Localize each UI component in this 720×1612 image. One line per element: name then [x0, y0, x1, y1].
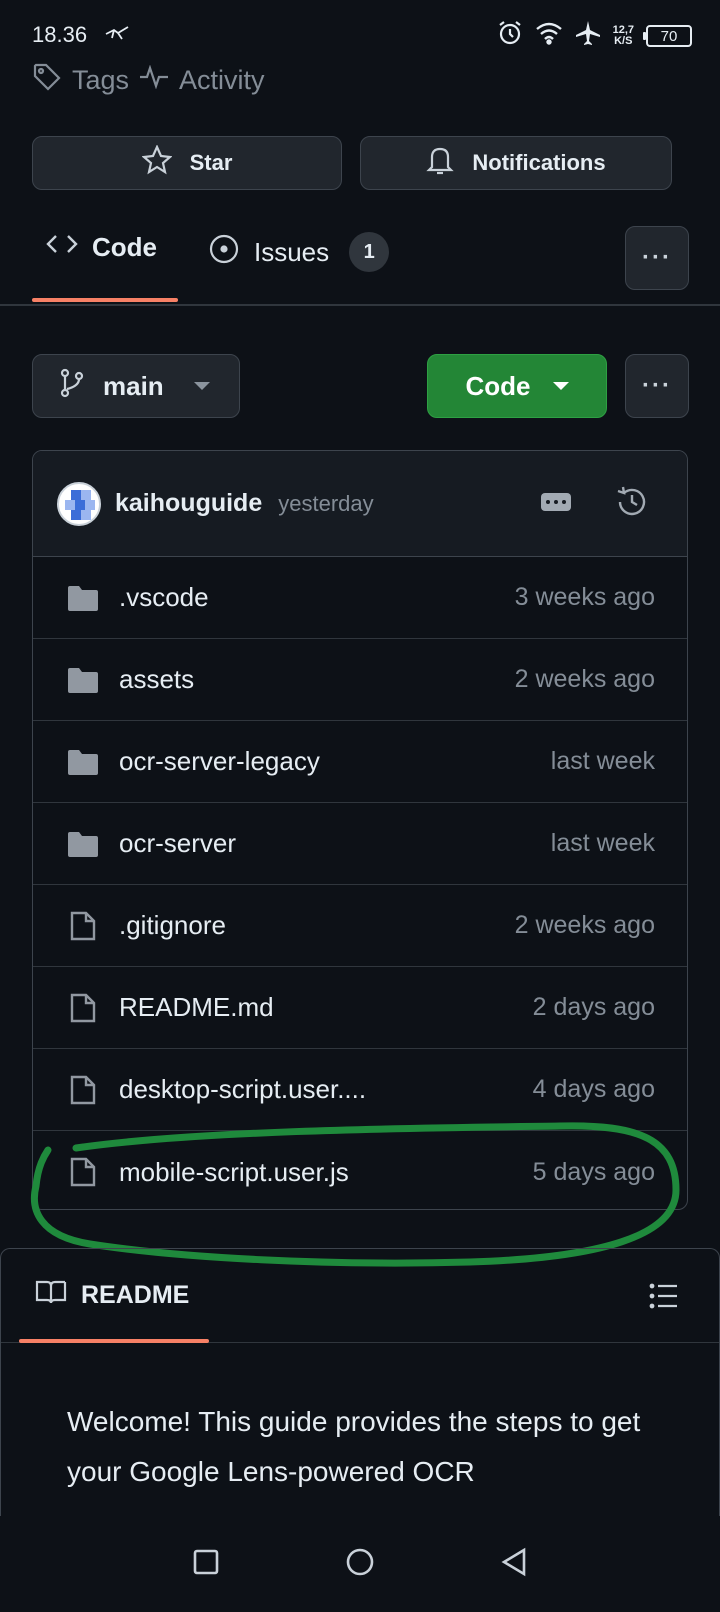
notification-bird-icon: [104, 24, 130, 47]
file-name[interactable]: assets: [119, 664, 515, 695]
list-unordered-icon[interactable]: [649, 1283, 679, 1316]
avatar[interactable]: [57, 481, 101, 526]
file-last-updated: 3 weeks ago: [514, 583, 655, 611]
more-tabs-button[interactable]: ···: [625, 226, 689, 290]
file-last-updated: 2 days ago: [532, 993, 655, 1021]
file-name[interactable]: ocr-server-legacy: [119, 746, 551, 777]
file-name[interactable]: .vscode: [119, 582, 515, 613]
notifications-button[interactable]: Notifications: [360, 136, 672, 190]
file-icon: [65, 1156, 101, 1188]
file-last-updated: last week: [550, 829, 655, 857]
code-dropdown-button[interactable]: Code: [427, 354, 607, 418]
file-last-updated: 4 days ago: [532, 1075, 655, 1103]
readme-title[interactable]: README: [81, 1281, 189, 1310]
star-button[interactable]: Star: [32, 136, 342, 190]
readme-tab-indicator: [19, 1339, 209, 1343]
chevron-down-icon: [552, 382, 569, 390]
file-name[interactable]: ocr-server: [119, 828, 551, 859]
commit-author[interactable]: kaihouguide: [115, 489, 262, 518]
tab-issues[interactable]: Issues 1: [208, 232, 390, 272]
issue-opened-icon: [208, 233, 240, 272]
file-icon: [65, 992, 101, 1024]
airplane-icon: [575, 20, 601, 52]
home-button[interactable]: [345, 1547, 375, 1582]
file-row[interactable]: mobile-script.user.js 5 days ago: [33, 1131, 687, 1209]
tab-code-label: Code: [92, 232, 157, 262]
kebab-horizontal-icon: ···: [642, 372, 672, 399]
tab-divider: [0, 304, 720, 306]
star-label: Star: [189, 150, 233, 175]
star-icon: [140, 144, 173, 181]
code-brackets-icon: [46, 232, 78, 263]
file-row[interactable]: .vscode 3 weeks ago: [33, 557, 687, 639]
readme-header: README: [1, 1249, 719, 1343]
bell-icon: [426, 145, 455, 181]
commit-time: yesterday: [278, 490, 374, 516]
battery-icon: 70: [643, 25, 692, 47]
status-time: 18.36: [32, 22, 88, 47]
system-navigation-bar: [0, 1516, 720, 1612]
recent-apps-button[interactable]: [192, 1548, 220, 1581]
file-row[interactable]: README.md 2 days ago: [33, 967, 687, 1049]
tab-code[interactable]: Code: [46, 232, 157, 263]
readme-panel: README Welcome! This guide provides the …: [0, 1248, 720, 1528]
activity-link[interactable]: Activity: [179, 65, 265, 96]
file-last-updated: last week: [550, 747, 655, 775]
folder-icon: [65, 830, 101, 858]
file-icon: [65, 1074, 101, 1106]
chevron-down-icon: [193, 382, 210, 390]
file-name[interactable]: mobile-script.user.js: [119, 1157, 533, 1188]
more-actions-button[interactable]: ···: [625, 354, 689, 418]
latest-commit: kaihouguide yesterday: [33, 451, 687, 557]
tab-selected-indicator: [32, 298, 178, 302]
activity-icon: [139, 64, 169, 96]
folder-icon: [65, 584, 101, 612]
file-list: .vscode 3 weeks ago assets 2 weeks ago ocr-s…: [33, 557, 687, 1209]
file-last-updated: 2 weeks ago: [514, 665, 655, 693]
code-button-label: Code: [465, 370, 531, 401]
wifi-icon: [535, 21, 563, 51]
branch-selector[interactable]: main: [32, 354, 240, 418]
file-name[interactable]: .gitignore: [119, 910, 515, 941]
folder-icon: [65, 666, 101, 694]
branch-name: main: [103, 370, 164, 401]
folder-icon: [65, 748, 101, 776]
file-row[interactable]: desktop-script.user.... 4 days ago: [33, 1049, 687, 1131]
tag-icon: [32, 62, 62, 99]
file-last-updated: 2 weeks ago: [514, 911, 655, 939]
alarm-icon: [497, 20, 523, 52]
kebab-horizontal-icon: ···: [642, 244, 672, 271]
file-row[interactable]: .gitignore 2 weeks ago: [33, 885, 687, 967]
status-icons: 12,7 K/S 70: [497, 20, 692, 52]
file-row[interactable]: ocr-server-legacy last week: [33, 721, 687, 803]
readme-body: Welcome! This guide provides the steps t…: [67, 1406, 641, 1487]
issues-count-badge: 1: [349, 232, 390, 272]
git-branch-icon: [59, 368, 85, 405]
notifications-label: Notifications: [472, 150, 606, 175]
file-row[interactable]: assets 2 weeks ago: [33, 639, 687, 721]
file-name[interactable]: desktop-script.user....: [119, 1074, 533, 1105]
file-icon: [65, 910, 101, 942]
tags-link[interactable]: Tags: [72, 65, 129, 96]
file-name[interactable]: README.md: [119, 992, 533, 1023]
file-row[interactable]: ocr-server last week: [33, 803, 687, 885]
file-browser: kaihouguide yesterday .vscode 3 weeks ago…: [32, 450, 688, 1210]
back-button[interactable]: [500, 1547, 528, 1582]
repo-meta-row: Tags Activity: [32, 62, 265, 99]
battery-level: 70: [660, 27, 678, 45]
history-icon[interactable]: [615, 485, 649, 524]
file-last-updated: 5 days ago: [532, 1157, 655, 1186]
tab-issues-label: Issues: [254, 236, 330, 267]
commit-message-toggle-button[interactable]: [541, 493, 571, 511]
speed-unit: K/S: [614, 35, 633, 47]
book-icon: [35, 1279, 67, 1312]
network-speed: 12,7 K/S: [613, 25, 634, 47]
